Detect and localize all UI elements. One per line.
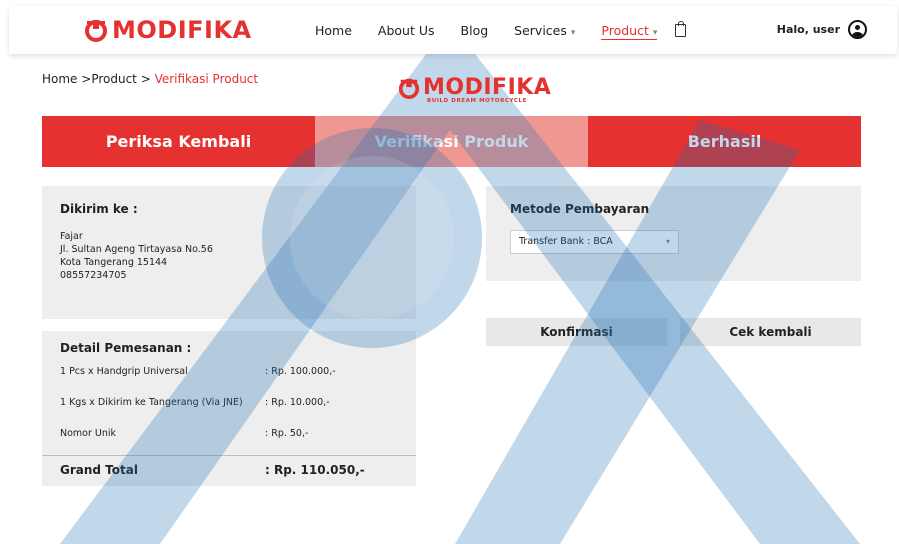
order-item-price: : Rp. 50,- [265,428,309,439]
nav-services-label: Services [514,23,567,38]
order-item-label: Nomor Unik [60,428,117,439]
order-item-price: : Rp. 100.000,- [265,366,336,377]
order-detail-title: Detail Pemesanan : [60,341,192,355]
modifika-logo-icon [85,20,107,42]
confirm-button[interactable]: Konfirmasi [486,318,667,346]
order-item-label: 1 Pcs x Handgrip Universal [60,366,188,377]
nav-about-us[interactable]: About Us [378,23,435,40]
brand-name: MODIFIKA [112,16,252,44]
payment-card: Metode Pembayaran Transfer Bank : BCA ▾ [486,186,861,281]
breadcrumb-product[interactable]: Product [91,72,137,86]
order-detail-card: Detail Pemesanan : 1 Pcs x Handgrip Univ… [42,331,416,486]
center-logo: MODIFIKA BUILD DREAM MOTORCYCLE [397,76,551,104]
order-item-row: 1 Pcs x Handgrip Universal : Rp. 100.000… [60,366,336,377]
order-item-row: Nomor Unik : Rp. 50,- [60,428,308,439]
grand-total-row: Grand Total : Rp. 110.050,- [60,463,365,477]
recipient-address: Jl. Sultan Ageng Tirtayasa No.56 [60,244,213,255]
user-circle-icon [848,20,867,39]
breadcrumb: Home >Product > Verifikasi Product [42,72,258,86]
modifika-logo-icon [398,78,420,99]
chevron-down-icon: ▾ [570,28,576,38]
brand-name: MODIFIKA [423,75,552,100]
shipping-title: Dikirim ke : [60,202,138,216]
nav-product[interactable]: Product ▾ [601,23,658,40]
recipient-phone: 08557234705 [60,270,127,281]
progress-steps: Periksa Kembali Verifikasi Produk Berhas… [42,116,861,167]
breadcrumb-home[interactable]: Home [42,72,77,86]
breadcrumb-separator: > [136,72,155,86]
shopping-bag-icon[interactable] [675,21,687,37]
recipient-city: Kota Tangerang 15144 [60,257,168,268]
brand-logo[interactable]: MODIFIKA [83,18,252,42]
user-menu[interactable]: Halo, user [777,20,867,39]
grand-total-label: Grand Total [60,463,138,477]
order-item-label: 1 Kgs x Dikirim ke Tangerang (Via JNE) [60,397,243,408]
recipient-name: Fajar [60,231,83,242]
payment-method-value: Transfer Bank : BCA [519,236,613,247]
order-item-row: 1 Kgs x Dikirim ke Tangerang (Via JNE) :… [60,397,330,408]
payment-method-select[interactable]: Transfer Bank : BCA ▾ [510,230,679,254]
user-greeting: Halo, user [776,23,840,36]
order-item-price: : Rp. 10.000,- [265,397,330,408]
chevron-down-icon: ▾ [652,28,658,38]
nav-blog[interactable]: Blog [461,23,489,40]
nav-product-label: Product [601,23,649,38]
payment-title: Metode Pembayaran [510,202,650,216]
chevron-down-icon: ▾ [665,237,670,246]
breadcrumb-current: Verifikasi Product [154,72,259,86]
step-verifikasi-produk: Verifikasi Produk [315,116,588,167]
nav-home[interactable]: Home [315,23,352,40]
breadcrumb-separator: > [77,72,92,86]
check-again-button[interactable]: Cek kembali [680,318,861,346]
divider [42,455,416,456]
navbar: MODIFIKA Home About Us Blog Services ▾ Pr… [9,6,897,54]
shipping-card: Dikirim ke : Fajar Jl. Sultan Ageng Tirt… [42,186,416,319]
step-periksa-kembali: Periksa Kembali [42,116,315,167]
main-nav: Home About Us Blog Services ▾ Product ▾ [315,21,687,40]
grand-total-value: : Rp. 110.050,- [265,463,365,477]
nav-services[interactable]: Services ▾ [514,23,575,40]
step-berhasil: Berhasil [588,116,861,167]
